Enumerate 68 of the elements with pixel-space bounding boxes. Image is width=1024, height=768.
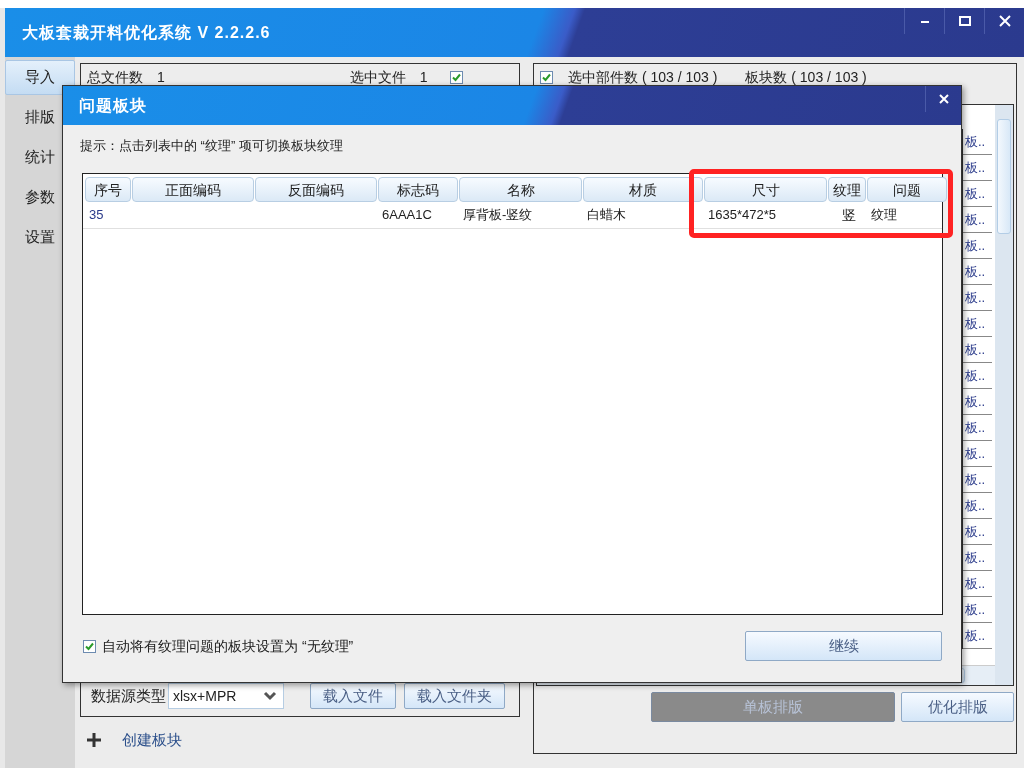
sidebar-tab[interactable]: 导入 [5,60,75,95]
dialog-title: 问题板块 [79,95,147,116]
label: 数据源类型 [91,685,166,706]
value: 1 [419,67,428,87]
sidebar-tab[interactable]: 设置 [5,220,75,255]
column-header[interactable]: 名称 [459,177,582,202]
table-cell: 板.. [963,363,992,389]
checkbox-label: 自动将有纹理问题的板块设置为 “无纹理” [102,636,354,656]
vertical-scrollbar[interactable] [995,105,1013,685]
column-header[interactable]: 正面编码 [132,177,254,202]
column-header[interactable]: 问题 [867,177,947,202]
table-cell: 板.. [963,597,992,623]
grain-toggle[interactable]: 竖 [842,206,856,223]
load-button[interactable]: 载入文件 [310,683,396,709]
table-cell: 1635*472*5 [708,207,776,223]
table-cell: 6AAA1C [382,207,432,223]
label: 板块数 ( 103 / 103 ) [745,67,867,87]
table-cell: 板.. [963,545,992,571]
table-cell: 板.. [963,155,992,181]
column-header[interactable]: 尺寸 [704,177,827,202]
column-header[interactable]: 材质 [583,177,703,202]
value: 1 [157,67,165,87]
table-cell: 板.. [963,467,992,493]
plus-icon [86,732,102,749]
window-title: 大板套裁开料优化系统 V 2.2.2.6 [22,22,271,43]
table-cell: 板.. [963,415,992,441]
table-cell: 板.. [963,389,992,415]
continue-button[interactable]: 继续 [745,631,942,661]
sidebar-tab[interactable]: 统计 [5,140,75,175]
table-cell: 板.. [963,493,992,519]
table-cell: 板.. [963,129,992,155]
create-board-link[interactable]: 创建板块 [122,729,182,752]
table-cell: 板.. [963,233,992,259]
table-cell: 板.. [963,207,992,233]
table-cell: 纹理 [871,207,897,223]
column-header[interactable]: 标志码 [378,177,458,202]
checkbox[interactable] [83,639,96,653]
column-header[interactable]: 纹理 [828,177,866,202]
close-icon [938,94,949,104]
table-cell: 板.. [963,181,992,207]
table-cell: 板.. [963,311,992,337]
table-cell: 板.. [963,337,992,363]
sidebar-tab[interactable]: 排版 [5,100,75,135]
column-header[interactable]: 反面编码 [255,177,377,202]
column-header[interactable]: 序号 [85,177,131,202]
label: 选中部件数 ( 103 / 103 ) [568,67,718,87]
maximize-icon [958,16,971,26]
table-cell: 板.. [963,519,992,545]
minimize-icon [919,21,930,23]
table-cell: 板.. [963,571,992,597]
table-cell: 白蜡木 [587,207,626,223]
layout-button[interactable]: 优化排版 [901,692,1014,722]
table-cell: 板.. [963,259,992,285]
table-cell: 35 [89,207,104,223]
checkbox[interactable] [540,70,553,84]
close-icon [998,15,1011,27]
checkbox[interactable] [449,70,463,84]
sidebar-tab[interactable]: 参数 [5,180,75,215]
source-type-dropdown[interactable]: xlsx+MPR [168,683,284,709]
label: 总文件数 [87,67,143,87]
table-cell: 板.. [963,285,992,311]
label: 选中文件 [349,67,406,87]
table-cell: 板.. [963,623,992,649]
chevron-icon [263,691,277,701]
table-cell: 板.. [963,441,992,467]
load-button[interactable]: 载入文件夹 [404,683,505,709]
hint-text: 提示：点击列表中的 “纹理” 项可切换板块纹理 [80,137,344,154]
table-cell: 厚背板-竖纹 [463,207,533,223]
